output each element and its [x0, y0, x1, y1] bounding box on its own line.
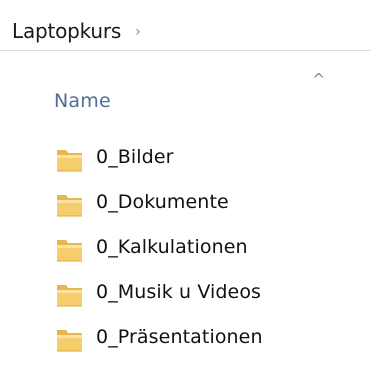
file-name: 0_Musik u Videos: [96, 281, 262, 303]
folder-icon: [57, 330, 82, 352]
file-name: 0_Kalkulationen: [96, 236, 248, 258]
file-name: 0_Präsentationen: [96, 326, 263, 348]
folder-icon: [57, 285, 82, 307]
list-item[interactable]: 0_Bilder: [0, 140, 371, 185]
folder-icon: [57, 240, 82, 262]
breadcrumb-item-laptopkurs[interactable]: Laptopkurs: [10, 19, 123, 43]
address-bar[interactable]: Laptopkurs ›: [0, 14, 371, 51]
file-name: 0_Bilder: [96, 146, 174, 168]
folder-icon: [57, 150, 82, 172]
list-item[interactable]: 0_Musik u Videos: [0, 275, 371, 320]
folder-icon: [57, 195, 82, 217]
list-item[interactable]: 0_Dokumente: [0, 185, 371, 230]
column-header-name[interactable]: Name: [54, 90, 111, 112]
file-list: 0_Bilder 0_Dokumente 0_Kalkulationen 0_M…: [0, 140, 371, 365]
sort-ascending-icon: ^: [312, 70, 326, 89]
file-explorer-window: Laptopkurs › ^ Name 0_Bilder 0_Dokumente: [0, 0, 371, 365]
breadcrumb: Laptopkurs ›: [10, 16, 141, 46]
column-header-row: ^ Name: [0, 66, 371, 126]
file-name: 0_Dokumente: [96, 191, 229, 213]
list-item[interactable]: 0_Präsentationen: [0, 320, 371, 365]
chevron-right-icon[interactable]: ›: [135, 24, 141, 40]
list-item[interactable]: 0_Kalkulationen: [0, 230, 371, 275]
